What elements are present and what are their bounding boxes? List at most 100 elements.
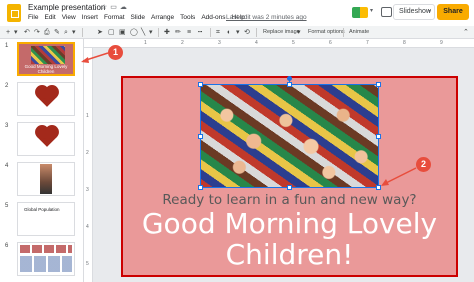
border-color-icon[interactable]: ✏: [175, 27, 181, 38]
resize-handle-bottom-left[interactable]: [198, 185, 203, 190]
rotate-handle[interactable]: [287, 76, 292, 81]
annotation-badge-1: 1: [108, 45, 123, 60]
comment-add-icon[interactable]: ✚: [164, 27, 170, 38]
menu-bar: File Edit View Insert Format Slide Arrange Tool…: [28, 14, 251, 21]
textbox-icon[interactable]: ▢: [108, 27, 115, 38]
toolbar-divider: [82, 28, 83, 37]
heart-image: [37, 127, 57, 147]
resize-handle-right[interactable]: [376, 134, 381, 139]
toolbar-divider: [158, 28, 159, 37]
ruler-tick: 4: [86, 224, 89, 230]
title-bar: Example presentation ☆ ▭ ☁ File Edit View Ins…: [0, 0, 474, 26]
meet-icon[interactable]: [352, 7, 368, 18]
resize-handle-top-right[interactable]: [376, 82, 381, 87]
image-icon[interactable]: ▣: [119, 27, 126, 38]
document-title[interactable]: Example presentation: [28, 3, 105, 12]
border-weight-icon[interactable]: ≡: [187, 27, 191, 38]
border-dash-icon[interactable]: ┅: [198, 27, 202, 38]
ruler-tick: 1: [86, 113, 89, 119]
slides-editor-window: Example presentation ☆ ▭ ☁ File Edit View Ins…: [0, 0, 474, 282]
portrait-image: [40, 164, 52, 194]
slide-number: 6: [5, 243, 9, 249]
menu-slide[interactable]: Slide: [131, 14, 145, 21]
ruler-tick: 2: [181, 40, 184, 46]
share-button[interactable]: Share: [437, 4, 469, 20]
paint-format-icon[interactable]: ✎: [54, 27, 60, 38]
replace-image-button[interactable]: Replace image: [263, 27, 300, 38]
menu-addons[interactable]: Add-ons: [201, 14, 225, 21]
ruler-tick: 5: [292, 40, 295, 46]
slide-subtitle[interactable]: Ready to learn in a fun and new way?: [121, 192, 458, 208]
chevron-down-icon[interactable]: ▾: [370, 7, 373, 14]
new-slide-icon[interactable]: +: [6, 27, 10, 38]
menu-view[interactable]: View: [62, 14, 76, 21]
chevron-down-icon[interactable]: ▾: [72, 27, 76, 38]
slide-thumbnail-4[interactable]: [17, 162, 75, 196]
shape-icon[interactable]: ◯: [130, 27, 138, 38]
ruler-tick: 9: [440, 40, 443, 46]
comment-icon[interactable]: [381, 7, 392, 17]
ruler-tick: 1: [144, 40, 147, 46]
reset-image-icon[interactable]: ⟲: [244, 27, 250, 38]
chevron-down-icon[interactable]: ▾: [297, 27, 301, 38]
chevron-down-icon[interactable]: ▾: [14, 27, 18, 38]
resize-handle-bottom[interactable]: [287, 185, 292, 190]
print-icon[interactable]: ⎙: [44, 27, 50, 38]
toolbar-divider: [343, 28, 344, 37]
slide-title-line-1[interactable]: Good Morning Lovely: [121, 207, 458, 240]
crop-icon[interactable]: ⌗: [216, 27, 220, 38]
collapse-toolbar-icon[interactable]: ⌃: [463, 27, 469, 38]
format-options-button[interactable]: Format options: [308, 27, 345, 38]
menu-edit[interactable]: Edit: [44, 14, 55, 21]
vertical-ruler[interactable]: 1 2 3 4 5: [84, 48, 93, 282]
thumbnail-title: Good Morning Lovely Children: [24, 64, 68, 74]
thumbnail-title: Global Population: [24, 207, 60, 212]
redo-icon[interactable]: ↷: [34, 27, 40, 38]
move-folder-icon[interactable]: ▭: [110, 4, 117, 11]
star-icon[interactable]: ☆: [101, 4, 107, 11]
slide-thumbnail-5[interactable]: Global Population: [17, 202, 75, 236]
title-icons: ☆ ▭ ☁: [101, 3, 130, 11]
last-edit-link[interactable]: Last edit was 2 minutes ago: [226, 14, 307, 21]
ruler-tick: 8: [403, 40, 406, 46]
animate-button[interactable]: Animate: [349, 27, 369, 38]
resize-handle-bottom-right[interactable]: [376, 185, 381, 190]
resize-handle-top-left[interactable]: [198, 82, 203, 87]
thumbnail-photo: [31, 46, 65, 64]
slides-logo-icon[interactable]: [7, 4, 21, 22]
slide-number: 5: [5, 203, 9, 209]
menu-tools[interactable]: Tools: [180, 14, 195, 21]
line-icon[interactable]: ╲: [141, 27, 145, 38]
cloud-status-icon[interactable]: ☁: [120, 4, 127, 11]
menu-arrange[interactable]: Arrange: [151, 14, 174, 21]
slide-number: 2: [5, 83, 9, 89]
undo-icon[interactable]: ↶: [24, 27, 30, 38]
slide-thumbnail-6[interactable]: [17, 242, 75, 276]
slide-filmstrip: 1 Good Morning Lovely Children 2 3 4 5 G…: [0, 39, 84, 282]
slide-thumbnail-3[interactable]: [17, 122, 75, 156]
mask-image-icon[interactable]: ◐: [227, 27, 231, 38]
resize-handle-left[interactable]: [198, 134, 203, 139]
horizontal-ruler[interactable]: 1 2 3 4 5 6 7 8 9: [84, 39, 474, 48]
menu-format[interactable]: Format: [104, 14, 125, 21]
menu-insert[interactable]: Insert: [82, 14, 98, 21]
ruler-tick: 3: [218, 40, 221, 46]
zoom-icon[interactable]: ⌕: [64, 27, 68, 38]
slide-title-line-2[interactable]: Children!: [121, 238, 458, 271]
ruler-tick: 2: [86, 150, 89, 156]
ruler-tick: 7: [366, 40, 369, 46]
select-cursor-icon[interactable]: ➤: [97, 27, 103, 38]
ruler-tick: 6: [329, 40, 332, 46]
ruler-tick: 5: [86, 261, 89, 267]
resize-handle-top[interactable]: [287, 82, 292, 87]
slide-thumbnail-1[interactable]: Good Morning Lovely Children: [17, 42, 75, 76]
ruler-tick: 3: [86, 187, 89, 193]
slideshow-dropdown-icon[interactable]: ▾: [428, 4, 431, 20]
image-selection-box: [200, 84, 379, 188]
slide-thumbnail-2[interactable]: [17, 82, 75, 116]
slide-number: 1: [5, 43, 9, 49]
menu-file[interactable]: File: [28, 14, 38, 21]
chevron-down-icon[interactable]: ▾: [236, 27, 240, 38]
chevron-down-icon[interactable]: ▾: [149, 27, 153, 38]
toolbar-divider: [256, 28, 257, 37]
